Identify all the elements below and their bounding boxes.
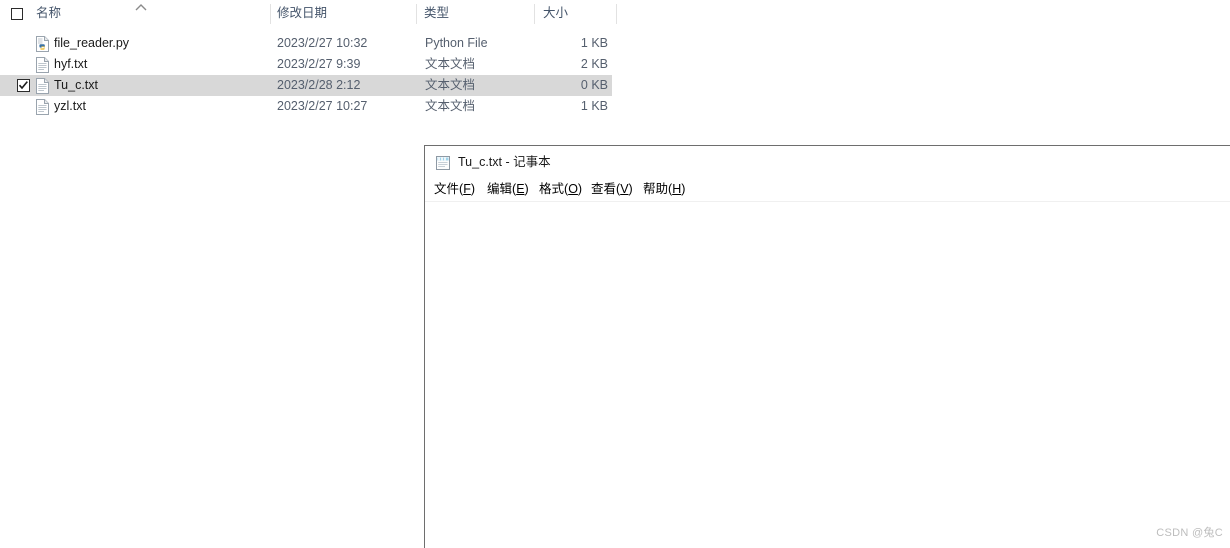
text-file-icon [35, 57, 50, 73]
menu-item-help[interactable]: 帮助(H) [643, 178, 685, 201]
file-type: 文本文档 [425, 57, 476, 71]
text-file-icon [35, 99, 50, 115]
notepad-window: Tu_c.txt - 记事本 文件(F) 编辑(E) 格式(O) 查看(V) 帮… [424, 145, 1230, 548]
column-divider-1[interactable] [270, 4, 271, 24]
file-name: hyf.txt [54, 57, 88, 71]
notepad-title: Tu_c.txt - 记事本 [458, 155, 551, 169]
file-date: 2023/2/27 10:32 [277, 36, 368, 50]
file-size: 1 KB [580, 99, 608, 113]
file-type: 文本文档 [425, 99, 476, 113]
menu-item-format[interactable]: 格式(O) [539, 178, 582, 201]
file-rows: file_reader.py 2023/2/27 10:32 Python Fi… [0, 33, 617, 117]
file-size: 2 KB [580, 57, 608, 71]
table-row[interactable]: hyf.txt 2023/2/27 9:39 文本文档 2 KB [0, 54, 612, 75]
menu-item-edit[interactable]: 编辑(E) [487, 178, 529, 201]
column-header-name[interactable]: 名称 [36, 0, 61, 27]
python-file-icon [35, 36, 50, 52]
file-date: 2023/2/27 10:27 [277, 99, 368, 113]
file-type: 文本文档 [425, 78, 476, 92]
csdn-watermark: CSDN @兔C [1156, 527, 1223, 539]
menu-item-view[interactable]: 查看(V) [591, 178, 633, 201]
menu-item-file[interactable]: 文件(F) [434, 178, 475, 201]
file-explorer-list: 名称 修改日期 类型 大小 file_reader.py 2023/2/27 1… [0, 0, 617, 120]
file-size: 1 KB [580, 36, 608, 50]
file-name: Tu_c.txt [54, 78, 98, 92]
row-checkbox[interactable] [17, 79, 30, 92]
file-name: file_reader.py [54, 36, 130, 50]
notepad-text-area[interactable] [426, 202, 1230, 548]
notepad-titlebar[interactable]: Tu_c.txt - 记事本 [425, 146, 1230, 178]
column-header-row: 名称 修改日期 类型 大小 [0, 0, 617, 27]
column-header-size[interactable]: 大小 [543, 0, 568, 27]
select-all-checkbox[interactable] [11, 8, 23, 20]
file-date: 2023/2/28 2:12 [277, 78, 361, 92]
table-row[interactable]: file_reader.py 2023/2/27 10:32 Python Fi… [0, 33, 612, 54]
file-size: 0 KB [580, 78, 608, 92]
notepad-icon [435, 154, 452, 171]
table-row[interactable]: Tu_c.txt 2023/2/28 2:12 文本文档 0 KB [0, 75, 612, 96]
column-divider-2[interactable] [416, 4, 417, 24]
file-date: 2023/2/27 9:39 [277, 57, 361, 71]
column-divider-4[interactable] [616, 4, 617, 24]
column-header-type[interactable]: 类型 [424, 0, 449, 27]
column-divider-3[interactable] [534, 4, 535, 24]
sort-ascending-icon [135, 0, 147, 11]
notepad-menubar: 文件(F) 编辑(E) 格式(O) 查看(V) 帮助(H) [425, 178, 1230, 202]
file-name: yzl.txt [54, 99, 86, 113]
file-type: Python File [425, 36, 488, 50]
table-row[interactable]: yzl.txt 2023/2/27 10:27 文本文档 1 KB [0, 96, 612, 117]
text-file-icon [35, 78, 50, 94]
column-header-date[interactable]: 修改日期 [277, 0, 327, 27]
